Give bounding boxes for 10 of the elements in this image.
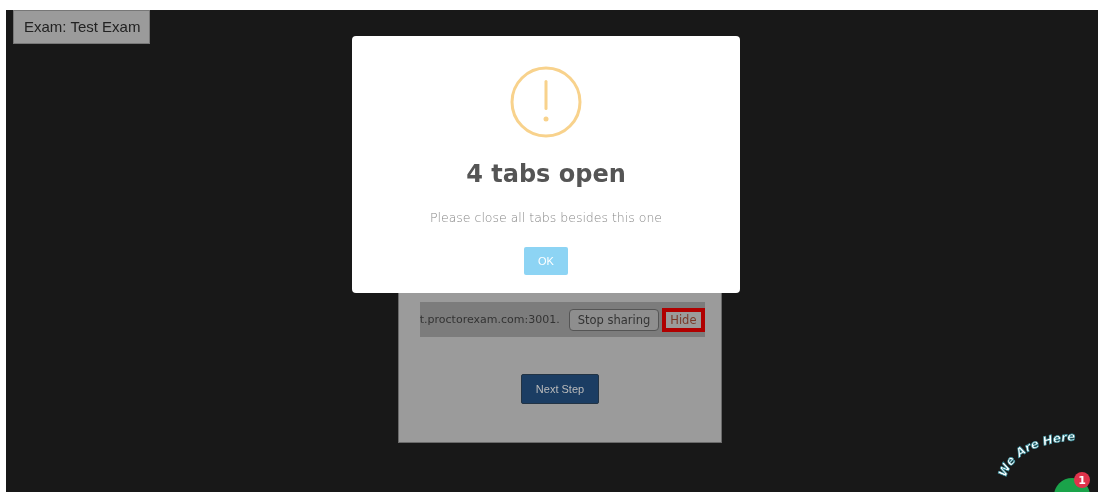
warning-icon [510, 66, 582, 138]
exam-label: Exam: Test Exam [13, 10, 151, 44]
stop-sharing-button[interactable]: Stop sharing [568, 308, 660, 331]
chat-widget-label: We Are Here [995, 429, 1076, 479]
hide-button[interactable]: Hide [662, 307, 705, 332]
dialog-title: 4 tabs open [466, 160, 626, 188]
notification-badge: 1 [1074, 472, 1090, 488]
dialog-message: Please close all tabs besides this one [430, 210, 662, 225]
next-step-button[interactable]: Next Step [520, 374, 600, 404]
sharing-url-text: t.proctorexam.com:3001. [419, 313, 560, 326]
